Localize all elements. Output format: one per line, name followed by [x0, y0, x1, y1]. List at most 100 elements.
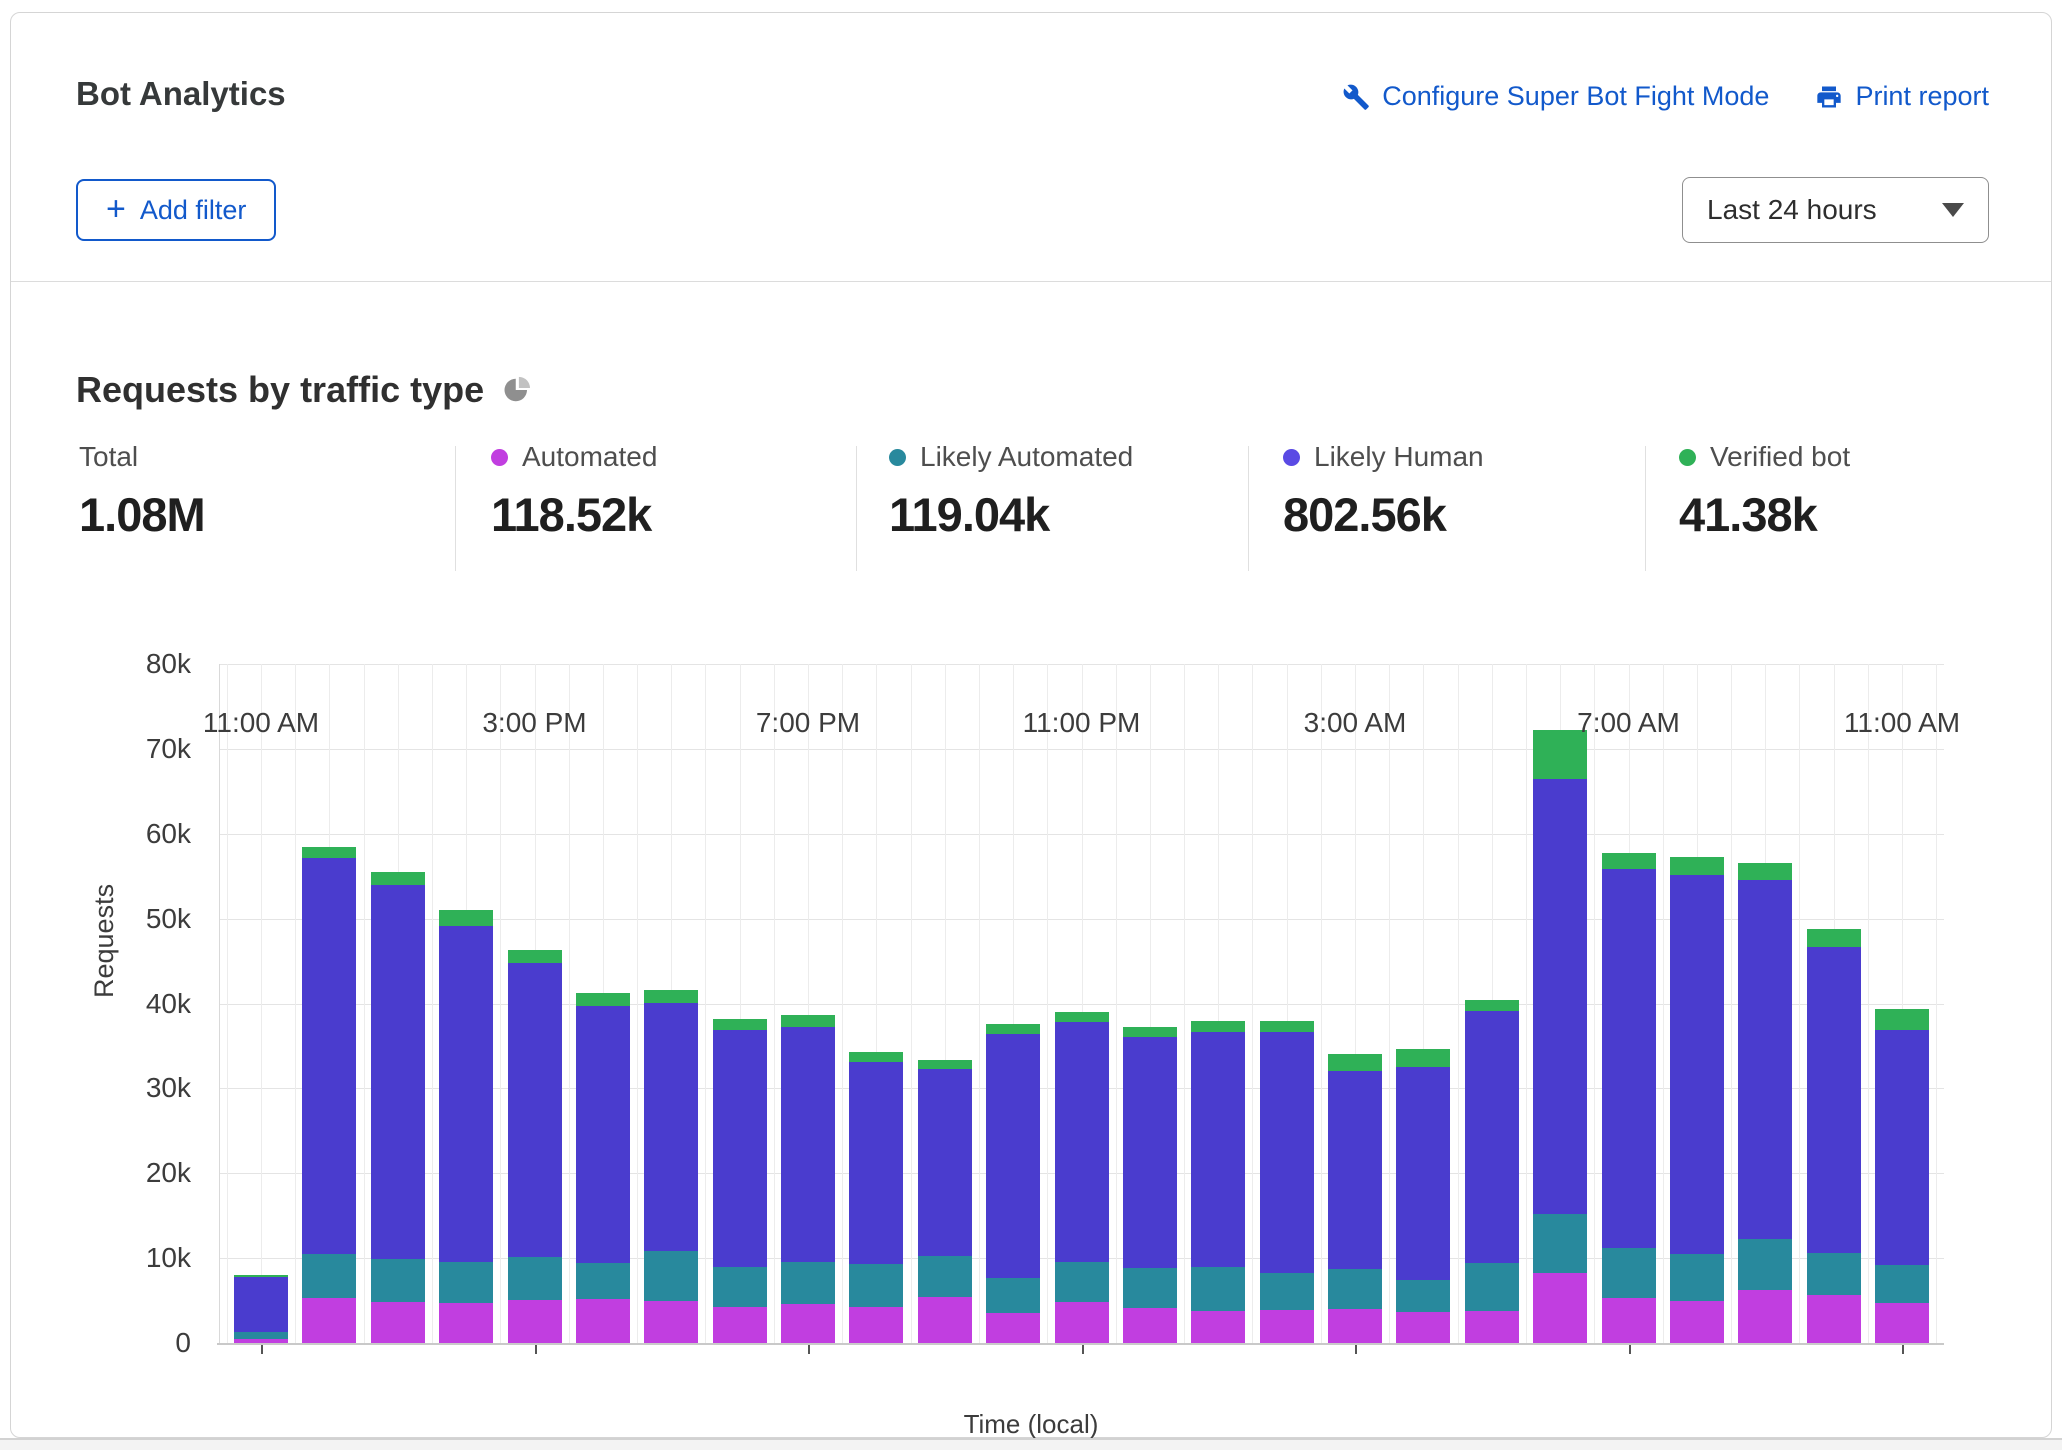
chart-bar-6-00-AM[interactable]: [1533, 730, 1587, 1343]
stat-verified-bot[interactable]: Verified bot 41.38k: [1679, 441, 1850, 542]
gridline-v: [1936, 664, 1937, 1343]
chart-bar-10-00-AM[interactable]: [1807, 929, 1861, 1343]
chart-bar-2-00-PM[interactable]: [439, 910, 493, 1343]
gridline-v: [1868, 664, 1869, 1343]
gridline-v: [569, 664, 570, 1343]
gridline-v: [1594, 664, 1595, 1343]
chart-bar-8-00-AM[interactable]: [1670, 857, 1724, 1343]
gridline-v: [1252, 664, 1253, 1343]
bar-segment-verified-bot: [508, 950, 562, 963]
gridline-v: [1116, 664, 1117, 1343]
chart-bar-11-00-AM[interactable]: [234, 1275, 288, 1343]
verified-bot-dot: [1679, 449, 1696, 466]
chart-bar-2-00-AM[interactable]: [1260, 1021, 1314, 1343]
y-tick-label: 30k: [71, 1072, 191, 1104]
bar-segment-automated: [1738, 1290, 1792, 1343]
bar-segment-likely-human: [1465, 1011, 1519, 1263]
bar-segment-verified-bot: [371, 872, 425, 885]
chart-bar-3-00-AM[interactable]: [1328, 1054, 1382, 1343]
chart-bar-5-00-AM[interactable]: [1465, 1000, 1519, 1343]
bar-segment-verified-bot: [1191, 1021, 1245, 1032]
bar-segment-automated: [1396, 1312, 1450, 1343]
chart-bar-10-00-PM[interactable]: [986, 1024, 1040, 1343]
stat-likely-human[interactable]: Likely Human 802.56k: [1283, 441, 1484, 542]
x-tick-mark: [1355, 1345, 1357, 1354]
chart-bar-11-00-PM[interactable]: [1055, 1012, 1109, 1343]
stat-divider: [1645, 446, 1646, 571]
stat-total[interactable]: Total 1.08M: [79, 441, 205, 542]
bar-segment-automated: [986, 1313, 1040, 1343]
chart-bar-4-00-AM[interactable]: [1396, 1049, 1450, 1343]
stat-likely-automated[interactable]: Likely Automated 119.04k: [889, 441, 1133, 542]
bar-segment-automated: [576, 1299, 630, 1343]
chart-bar-5-00-PM[interactable]: [644, 990, 698, 1343]
time-range-select[interactable]: Last 24 hours: [1682, 177, 1989, 243]
y-tick-label: 60k: [71, 818, 191, 850]
next-card-edge: [0, 1438, 2062, 1450]
x-tick-label: 3:00 PM: [425, 707, 645, 739]
bar-segment-automated: [644, 1301, 698, 1343]
x-tick-label: 3:00 AM: [1245, 707, 1465, 739]
add-filter-button[interactable]: + Add filter: [76, 179, 276, 241]
card-header: Bot Analytics Configure Super Bot Fight …: [11, 13, 2051, 282]
gridline-v: [911, 664, 912, 1343]
stat-verified-bot-value: 41.38k: [1679, 487, 1850, 542]
chart-bar-11-00-AM[interactable]: [1875, 1009, 1929, 1343]
bar-segment-likely-automated: [1875, 1265, 1929, 1303]
bar-segment-verified-bot: [1875, 1009, 1929, 1030]
bar-segment-verified-bot: [1738, 863, 1792, 880]
chart-bar-12-00-PM[interactable]: [302, 847, 356, 1343]
bar-segment-verified-bot: [644, 990, 698, 1003]
stat-automated[interactable]: Automated 118.52k: [491, 441, 657, 542]
stat-divider: [1248, 446, 1249, 571]
bar-segment-likely-human: [849, 1062, 903, 1264]
x-tick-label: 7:00 PM: [698, 707, 918, 739]
add-filter-label: Add filter: [140, 195, 247, 226]
bar-segment-likely-automated: [1055, 1262, 1109, 1302]
bar-segment-verified-bot: [986, 1024, 1040, 1034]
bar-segment-likely-automated: [439, 1262, 493, 1304]
chart-bar-7-00-PM[interactable]: [781, 1015, 835, 1343]
chart-bar-7-00-AM[interactable]: [1602, 853, 1656, 1343]
gridline-v: [227, 664, 228, 1343]
chart-bar-1-00-AM[interactable]: [1191, 1021, 1245, 1344]
chart-bar-9-00-PM[interactable]: [918, 1060, 972, 1343]
chart-bar-3-00-PM[interactable]: [508, 950, 562, 1343]
bar-segment-likely-automated: [1465, 1263, 1519, 1311]
chart-bar-12-00-AM[interactable]: [1123, 1027, 1177, 1343]
gridline-v: [774, 664, 775, 1343]
bar-segment-likely-automated: [644, 1251, 698, 1301]
gridline-v: [1458, 664, 1459, 1343]
bar-segment-verified-bot: [1260, 1021, 1314, 1033]
stat-total-value: 1.08M: [79, 487, 205, 542]
chart-bar-1-00-PM[interactable]: [371, 872, 425, 1343]
bar-segment-likely-human: [371, 885, 425, 1259]
chart-bar-4-00-PM[interactable]: [576, 993, 630, 1343]
stat-total-label: Total: [79, 441, 138, 473]
configure-super-bot-fight-mode-link[interactable]: Configure Super Bot Fight Mode: [1342, 81, 1769, 112]
bar-segment-likely-automated: [1738, 1239, 1792, 1290]
bar-segment-likely-automated: [986, 1278, 1040, 1314]
bar-segment-likely-human: [508, 963, 562, 1258]
bar-segment-likely-automated: [918, 1256, 972, 1297]
stat-likely-automated-label: Likely Automated: [920, 441, 1133, 473]
printer-icon: [1815, 83, 1843, 111]
chart-bar-6-00-PM[interactable]: [713, 1019, 767, 1343]
chevron-down-icon: [1942, 203, 1964, 217]
gridline-v: [1389, 664, 1390, 1343]
bar-segment-verified-bot: [1670, 857, 1724, 875]
stats-row: Total 1.08M Automated 118.52k Likely Aut…: [11, 441, 2051, 573]
bar-segment-verified-bot: [302, 847, 356, 858]
chart-bar-9-00-AM[interactable]: [1738, 863, 1792, 1343]
bar-segment-likely-automated: [302, 1254, 356, 1298]
chart-bar-8-00-PM[interactable]: [849, 1052, 903, 1343]
header-links: Configure Super Bot Fight Mode Print rep…: [1342, 81, 1989, 112]
gridline-v: [637, 664, 638, 1343]
bar-segment-verified-bot: [918, 1060, 972, 1069]
bar-segment-automated: [1055, 1302, 1109, 1343]
print-report-link[interactable]: Print report: [1815, 81, 1989, 112]
x-tick-label: 11:00 PM: [972, 707, 1192, 739]
gridline-v: [1663, 664, 1664, 1343]
bar-segment-likely-human: [302, 858, 356, 1254]
bar-segment-likely-automated: [781, 1262, 835, 1304]
